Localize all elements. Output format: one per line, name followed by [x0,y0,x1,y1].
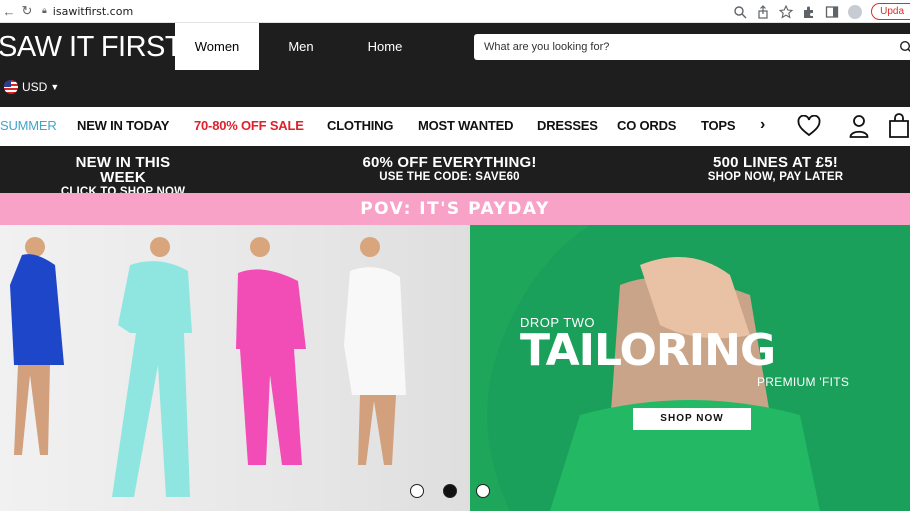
reload-icon[interactable]: ↻ [18,3,36,19]
search-input[interactable] [484,34,884,60]
lock-icon: 🔒︎ [42,6,47,16]
hero-models-image [0,225,520,511]
promo-500-lines[interactable]: 500 LINES AT £5! SHOP NOW, PAY LATER [705,155,846,185]
hero-carousel[interactable]: DROP TWO TAILORING PREMIUM 'FITS SHOP NO… [0,225,910,511]
account-icon[interactable] [849,114,869,138]
currency-selector[interactable]: USD ▼ [4,80,59,94]
browser-actions: Upda [733,0,910,23]
hero-text-overlay: DROP TWO TAILORING PREMIUM 'FITS [520,315,849,389]
nav-item-most-wanted[interactable]: MOST WANTED [418,118,513,133]
zoom-icon[interactable] [733,5,747,19]
bookmark-star-icon[interactable] [779,4,794,19]
search-icon[interactable] [899,40,910,54]
carousel-dots [410,484,490,498]
profile-avatar[interactable] [848,4,863,19]
promo-60-off[interactable]: 60% OFF EVERYTHING! USE THE CODE: SAVE60 [362,155,537,185]
search-box [474,34,910,60]
wishlist-heart-icon[interactable] [797,115,821,137]
browser-toolbar: ← ↻ 🔒︎ isawitfirst.com Upda [0,0,910,23]
tab-women[interactable]: Women [175,23,259,70]
gender-tabs: Women Men Home [175,23,427,70]
promo-subtitle: USE THE CODE: SAVE60 [379,171,520,183]
share-icon[interactable] [756,4,770,19]
back-arrow-icon[interactable]: ← [0,4,18,19]
nav-item-co-ords[interactable]: CO ORDS [617,118,676,133]
extensions-icon[interactable] [802,5,816,19]
update-button[interactable]: Upda [871,3,910,20]
us-flag-icon [4,80,18,94]
sidebar-icon[interactable] [825,5,839,19]
promo-title: NEW IN THIS WEEK [75,154,171,186]
category-nav: SUMMER NEW IN TODAY 70-80% OFF SALE CLOT… [0,107,910,146]
tab-home[interactable]: Home [343,23,427,70]
hero-headline: TAILORING [520,325,776,376]
nav-item-sale[interactable]: 70-80% OFF SALE [194,118,304,133]
carousel-dot-1[interactable] [410,484,424,498]
tab-men[interactable]: Men [259,23,343,70]
nav-next-arrow-icon[interactable]: › [760,116,765,134]
carousel-dot-3[interactable] [476,484,490,498]
promo-bar: NEW IN THIS WEEK CLICK TO SHOP NOW 60% O… [0,146,910,198]
promo-title: 500 LINES AT £5! [713,154,838,171]
models-illustration [10,237,406,497]
url-text: isawitfirst.com [52,4,134,18]
site-header: SAW IT FIRST Women Men Home USD ▼ [0,23,910,107]
hero-tagline: PREMIUM 'FITS [757,375,850,389]
nav-item-dresses[interactable]: DRESSES [537,118,598,133]
site-logo[interactable]: SAW IT FIRST [0,31,183,64]
nav-item-tops[interactable]: TOPS [701,118,736,133]
currency-label: USD [22,80,48,94]
carousel-dot-2[interactable] [443,484,457,498]
shop-now-button[interactable]: SHOP NOW [633,408,751,430]
address-bar[interactable]: 🔒︎ isawitfirst.com [42,5,133,18]
chevron-down-icon: ▼ [50,82,60,92]
shopping-bag-icon[interactable] [888,112,910,138]
nav-item-new-in-today[interactable]: NEW IN TODAY [77,118,169,133]
nav-item-clothing[interactable]: CLOTHING [327,118,393,133]
promo-subtitle: SHOP NOW, PAY LATER [707,171,844,183]
nav-item-summer[interactable]: SUMMER [0,118,57,133]
promo-title: 60% OFF EVERYTHING! [362,154,537,171]
payday-banner[interactable]: POV: IT'S PAYDAY [0,193,910,225]
